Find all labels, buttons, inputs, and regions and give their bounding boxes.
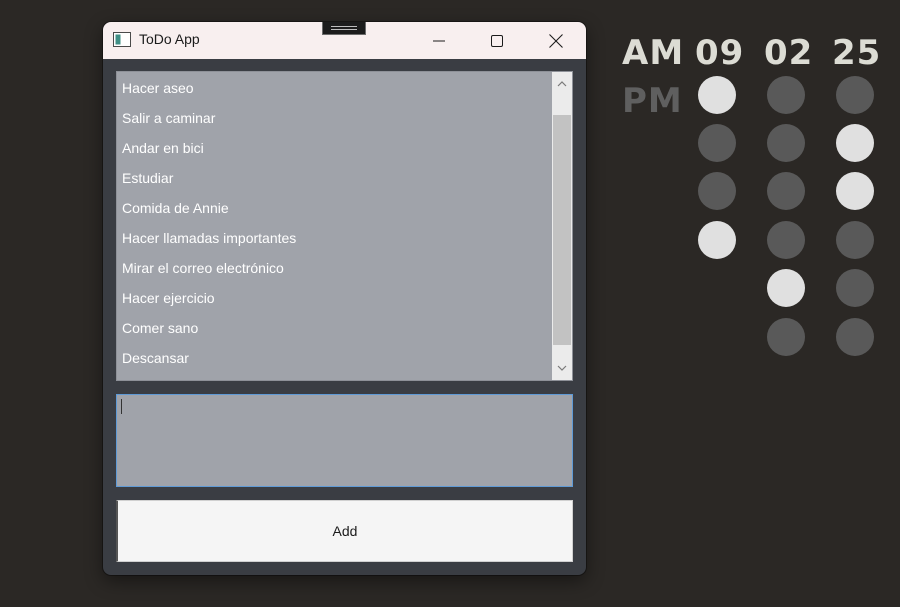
seconds-bit-dot	[836, 124, 874, 162]
list-item[interactable]: Andar en bici	[117, 133, 553, 163]
minimize-button[interactable]	[410, 22, 468, 59]
hours-bit-dot	[698, 172, 736, 210]
maximize-button[interactable]	[468, 22, 526, 59]
list-item[interactable]: Mirar el correo electrónico	[117, 253, 553, 283]
minutes-bit-dot	[767, 76, 805, 114]
scroll-up-button[interactable]	[552, 74, 572, 94]
list-item[interactable]: Hacer aseo	[117, 73, 553, 103]
seconds-bit-dot	[836, 221, 874, 259]
text-caret	[121, 399, 122, 414]
pm-label: PM	[622, 81, 683, 121]
todo-list[interactable]: Hacer aseo Salir a caminar Andar en bici…	[116, 71, 573, 381]
minimize-icon	[433, 40, 445, 41]
maximize-icon	[491, 34, 503, 47]
minutes-bit-dot	[767, 124, 805, 162]
chevron-down-icon	[557, 365, 567, 371]
hours-bit-dot	[698, 76, 736, 114]
seconds-bit-dot	[836, 269, 874, 307]
am-label: AM	[622, 33, 685, 73]
list-item[interactable]: Descansar	[117, 343, 553, 373]
list-item[interactable]: Hacer llamadas importantes	[117, 223, 553, 253]
list-item[interactable]: Salir a caminar	[117, 103, 553, 133]
seconds-bit-dot	[836, 172, 874, 210]
chevron-up-icon	[557, 81, 567, 87]
todo-list-items: Hacer aseo Salir a caminar Andar en bici…	[117, 72, 553, 373]
list-scrollbar[interactable]	[552, 72, 572, 380]
minutes-bit-dot	[767, 318, 805, 356]
hours-bit-dot	[698, 221, 736, 259]
new-item-input[interactable]	[116, 394, 573, 487]
minutes-bit-dot	[767, 221, 805, 259]
list-item[interactable]: Comida de Annie	[117, 193, 553, 223]
snap-layout-handle[interactable]	[322, 22, 366, 35]
window-title: ToDo App	[139, 31, 200, 47]
todo-window: ToDo App Hacer aseo Salir a caminar Anda…	[103, 22, 586, 575]
seconds-bit-dot	[836, 76, 874, 114]
minutes-bit-dot	[767, 172, 805, 210]
seconds-bit-dot	[836, 318, 874, 356]
close-icon	[549, 33, 563, 48]
list-item[interactable]: Hacer ejercicio	[117, 283, 553, 313]
seconds-label: 25	[832, 33, 882, 73]
list-item[interactable]: Estudiar	[117, 163, 553, 193]
scroll-thumb[interactable]	[553, 115, 571, 345]
hours-label: 09	[695, 33, 745, 73]
scroll-down-button[interactable]	[552, 358, 572, 378]
title-bar[interactable]: ToDo App	[103, 22, 586, 59]
close-button[interactable]	[527, 22, 585, 59]
minutes-label: 02	[764, 33, 814, 73]
app-icon	[113, 32, 131, 47]
hours-bit-dot	[698, 124, 736, 162]
minutes-bit-dot	[767, 269, 805, 307]
list-item[interactable]: Comer sano	[117, 313, 553, 343]
add-button[interactable]: Add	[116, 500, 573, 562]
